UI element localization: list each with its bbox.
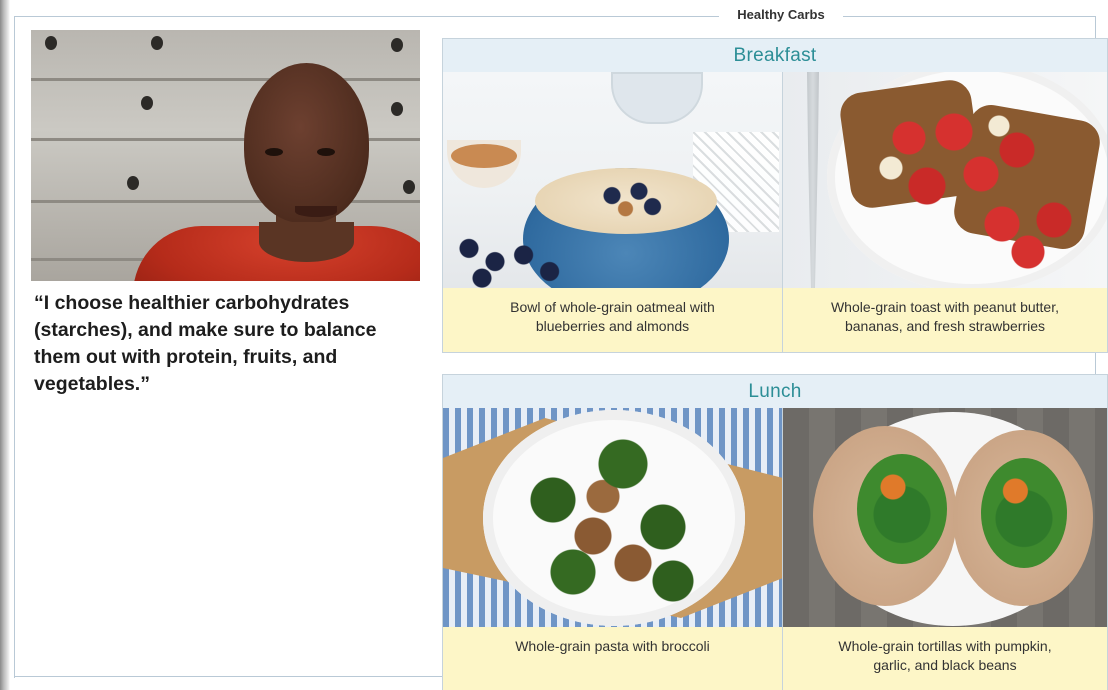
meal-caption: Bowl of whole-grain oatmeal with blueber… <box>443 288 782 352</box>
quote-line: vegetables.” <box>34 373 150 395</box>
breakfast-section: Breakfast Bowl of whole-grain oatmeal wi… <box>442 38 1108 353</box>
toast-photo <box>782 72 1107 288</box>
quote-line: (starches), and make sure to balance <box>34 319 377 341</box>
caption-line: Whole-grain toast with peanut butter, <box>830 299 1059 315</box>
caption-line: blueberries and almonds <box>535 318 690 334</box>
person-photo <box>31 30 420 281</box>
section-title: Healthy Carbs <box>719 6 843 24</box>
meal-card-toast: Whole-grain toast with peanut butter, ba… <box>781 72 1107 352</box>
quote-line: them out with protein, fruits, and <box>34 346 338 368</box>
caption-line: Bowl of whole-grain oatmeal with <box>510 299 715 315</box>
lunch-section: Lunch Whole-grain pasta with broccoli Wh… <box>442 374 1108 690</box>
caption-line: Whole-grain pasta with broccoli <box>515 638 710 654</box>
meal-caption: Whole-grain tortillas with pumpkin, garl… <box>782 627 1107 690</box>
tortillas-photo <box>782 408 1107 627</box>
meal-caption: Whole-grain pasta with broccoli <box>443 627 782 690</box>
meal-card-pasta: Whole-grain pasta with broccoli <box>443 408 782 690</box>
testimonial-quote: “I choose healthier carbohydrates (starc… <box>34 290 434 398</box>
page-edge-shadow <box>0 0 10 690</box>
caption-line: bananas, and fresh strawberries <box>844 318 1045 334</box>
meal-card-oatmeal: Bowl of whole-grain oatmeal with blueber… <box>443 72 782 352</box>
caption-line: garlic, and black beans <box>873 657 1017 673</box>
meal-card-tortillas: Whole-grain tortillas with pumpkin, garl… <box>781 408 1107 690</box>
caption-line: Whole-grain tortillas with pumpkin, <box>838 638 1052 654</box>
quote-line: “I choose healthier carbohydrates <box>34 292 350 314</box>
oatmeal-photo <box>443 72 782 288</box>
lunch-heading: Lunch <box>443 375 1107 408</box>
pasta-photo <box>443 408 782 627</box>
breakfast-heading: Breakfast <box>443 39 1107 72</box>
content-frame-bottom-rule <box>14 676 446 677</box>
meal-caption: Whole-grain toast with peanut butter, ba… <box>782 288 1107 352</box>
